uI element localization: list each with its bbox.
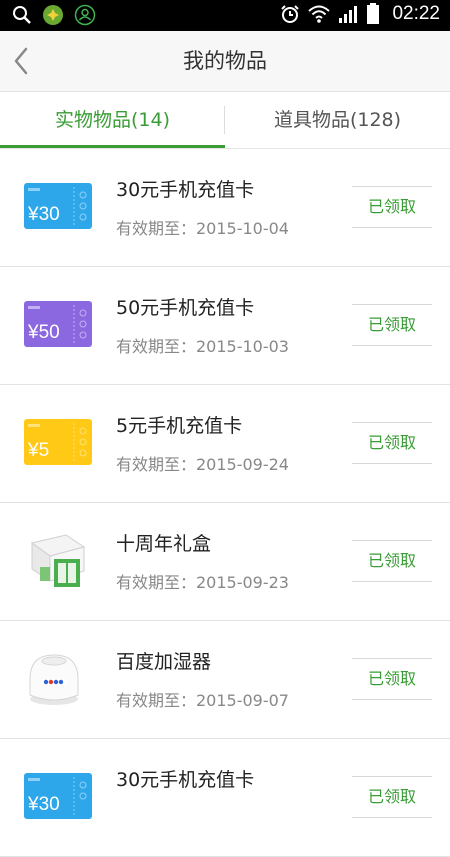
list-item[interactable]: ¥30 30元手机充值卡 有效期至：2015-10-04 已领取 bbox=[0, 149, 450, 267]
claimed-button[interactable]: 已领取 bbox=[352, 540, 432, 582]
tab-physical-items[interactable]: 实物物品(14) bbox=[0, 92, 225, 148]
tab-bar: 实物物品(14) 道具物品(128) bbox=[0, 92, 450, 149]
recharge-card-icon: ¥5 bbox=[24, 419, 92, 465]
status-bar: 02:22 bbox=[0, 0, 450, 31]
active-tab-indicator bbox=[0, 145, 225, 148]
recharge-card-icon: ¥30 bbox=[24, 183, 92, 229]
card-amount: ¥50 bbox=[27, 322, 60, 343]
tab-prop-items[interactable]: 道具物品(128) bbox=[225, 92, 450, 148]
user-notification-icon bbox=[74, 4, 96, 26]
item-name: 5元手机充值卡 bbox=[116, 415, 243, 437]
app-notification-icon bbox=[43, 5, 63, 25]
item-name: 30元手机充值卡 bbox=[116, 179, 255, 201]
search-icon bbox=[13, 6, 31, 24]
claimed-button[interactable]: 已领取 bbox=[352, 422, 432, 464]
item-expiry: 有效期至：2015-09-24 bbox=[116, 455, 289, 474]
recharge-card-icon: ¥50 bbox=[24, 301, 92, 347]
item-expiry: 有效期至：2015-09-07 bbox=[116, 691, 289, 710]
item-expiry: 有效期至：2015-10-04 bbox=[116, 219, 289, 238]
card-amount: ¥30 bbox=[27, 204, 60, 225]
list-item[interactable]: ¥30 30元手机充值卡 已领取 bbox=[0, 739, 450, 857]
claimed-button[interactable]: 已领取 bbox=[352, 658, 432, 700]
claimed-button[interactable]: 已领取 bbox=[352, 186, 432, 228]
clock: 02:22 bbox=[392, 3, 440, 24]
item-expiry: 有效期至：2015-09-23 bbox=[116, 573, 289, 592]
list-item[interactable]: 十周年礼盒 有效期至：2015-09-23 已领取 bbox=[0, 503, 450, 621]
item-name: 50元手机充值卡 bbox=[116, 297, 255, 319]
gift-box-icon bbox=[30, 534, 86, 587]
wifi-icon bbox=[308, 5, 331, 23]
item-name: 十周年礼盒 bbox=[116, 533, 212, 555]
card-amount: ¥5 bbox=[27, 440, 49, 461]
signal-icon bbox=[339, 6, 358, 23]
item-name: 30元手机充值卡 bbox=[116, 769, 255, 791]
alarm-icon bbox=[281, 5, 300, 23]
list-item[interactable]: ¥5 5元手机充值卡 有效期至：2015-09-24 已领取 bbox=[0, 385, 450, 503]
card-amount: ¥30 bbox=[27, 794, 60, 815]
list-item[interactable]: 百度加湿器 有效期至：2015-09-07 已领取 bbox=[0, 621, 450, 739]
recharge-card-icon: ¥30 bbox=[24, 773, 92, 819]
page-title: 我的物品 bbox=[183, 49, 267, 73]
item-name: 百度加湿器 bbox=[116, 651, 212, 673]
claimed-button[interactable]: 已领取 bbox=[352, 776, 432, 818]
humidifier-icon bbox=[29, 654, 79, 705]
item-expiry: 有效期至：2015-10-03 bbox=[116, 337, 289, 356]
item-list: ¥30 30元手机充值卡 有效期至：2015-10-04 已领取 ¥50 50元… bbox=[0, 149, 450, 857]
list-item[interactable]: ¥50 50元手机充值卡 有效期至：2015-10-03 已领取 bbox=[0, 267, 450, 385]
top-bar: 我的物品 bbox=[0, 31, 450, 92]
claimed-button[interactable]: 已领取 bbox=[352, 304, 432, 346]
battery-icon bbox=[367, 3, 380, 24]
